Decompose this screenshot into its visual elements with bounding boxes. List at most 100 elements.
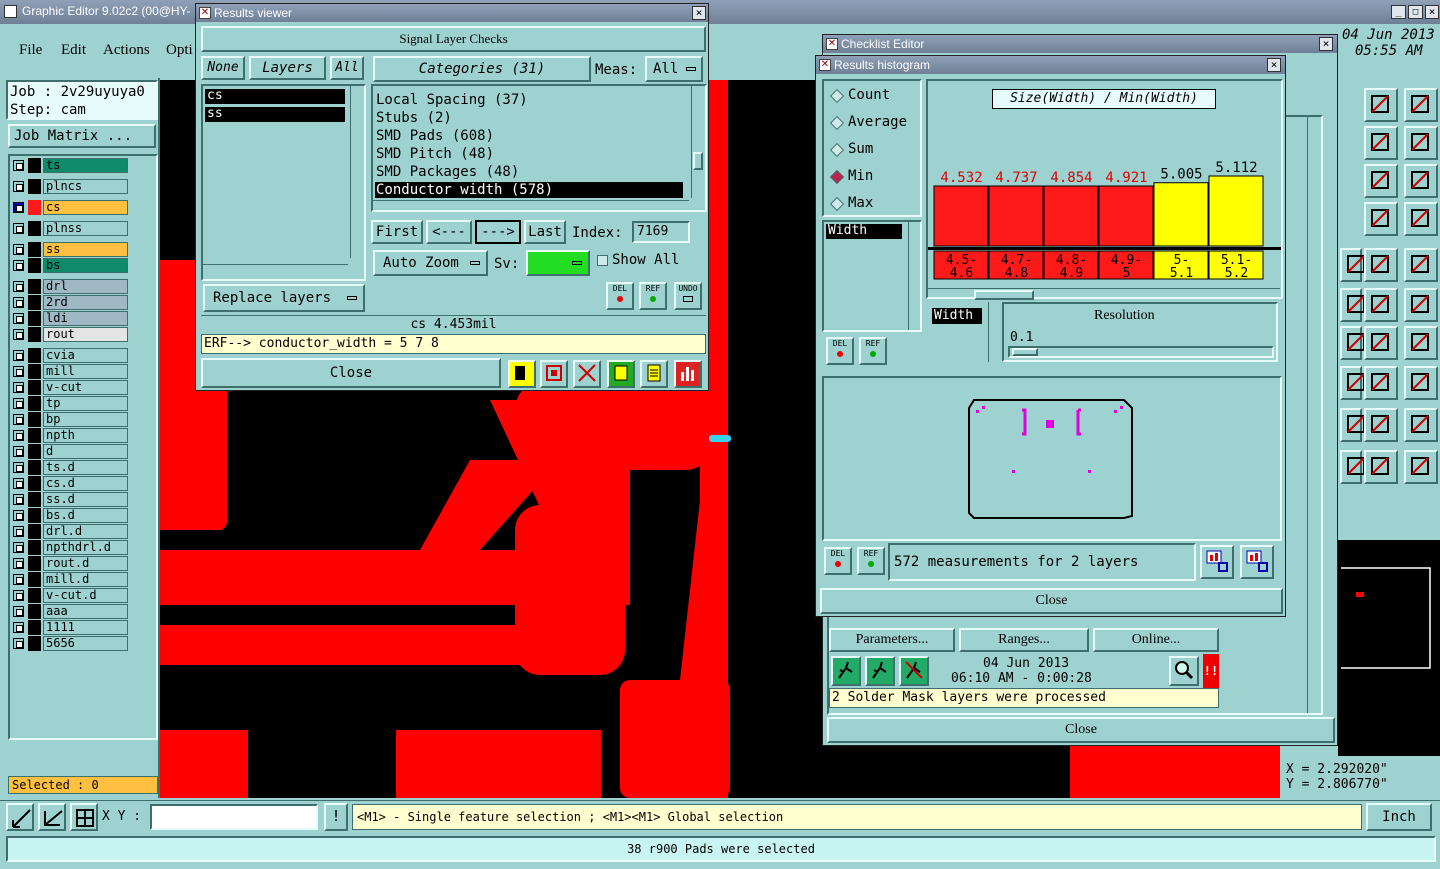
category-item[interactable]: SMD Pads (608) — [375, 128, 683, 144]
attribute-item[interactable]: Width — [826, 224, 902, 239]
layer-color-swatch[interactable] — [28, 428, 41, 443]
layer-color-swatch[interactable] — [28, 604, 41, 619]
compare-icon[interactable] — [607, 360, 635, 388]
scale-tool-icon[interactable] — [1404, 164, 1438, 198]
online-button[interactable]: Online... — [1093, 628, 1219, 652]
close-window-button[interactable]: × — [1425, 5, 1439, 19]
layer-row[interactable]: cs — [10, 200, 128, 215]
run-all-icon[interactable] — [865, 656, 895, 686]
erf-icon[interactable] — [573, 360, 601, 388]
layer-checkbox[interactable] — [13, 181, 24, 192]
menu-file[interactable]: File — [19, 42, 42, 59]
sv-color-dropdown[interactable] — [526, 250, 590, 276]
resolution-slider-thumb[interactable] — [1012, 348, 1038, 356]
layer-color-swatch[interactable] — [28, 380, 41, 395]
grid-tool-icon[interactable] — [70, 803, 98, 831]
parameters-button[interactable]: Parameters... — [829, 628, 955, 652]
chart-scroll-thumb[interactable] — [974, 290, 1034, 300]
layer-color-swatch[interactable] — [28, 348, 41, 363]
measure-tool-icon[interactable] — [38, 803, 66, 831]
layer-row[interactable]: ts.d — [10, 460, 128, 475]
poly-tool-icon[interactable] — [1364, 408, 1398, 442]
layer-row[interactable]: mill — [10, 364, 128, 379]
hist-del2-icon[interactable]: DEL — [824, 547, 852, 575]
hist-ref2-icon[interactable]: REF — [857, 547, 885, 575]
pointer-tool-icon[interactable] — [1404, 450, 1438, 484]
layer-result-list[interactable]: cs ss — [201, 84, 366, 281]
layer-row[interactable]: drl.d — [10, 524, 128, 539]
attribute-scrollbar[interactable] — [908, 222, 920, 330]
histogram-bar[interactable] — [1208, 175, 1264, 247]
layer-checkbox[interactable] — [13, 622, 24, 633]
hist-del-icon[interactable]: DEL — [826, 337, 854, 365]
menu-edit[interactable]: Edit — [61, 42, 86, 59]
auto-zoom-dropdown[interactable]: Auto Zoom — [373, 250, 488, 276]
mirror-tool-icon[interactable] — [1340, 450, 1365, 484]
home-tool-icon[interactable] — [1364, 88, 1398, 122]
layer-row[interactable]: aaa — [10, 604, 128, 619]
resolution-scrollbar[interactable] — [988, 302, 1000, 362]
last-button[interactable]: Last — [524, 220, 566, 244]
category-list-scrollbar[interactable] — [691, 86, 705, 198]
histogram-bar[interactable] — [988, 185, 1044, 247]
category-list-hscrollbar[interactable] — [373, 200, 689, 210]
layer-checkbox[interactable] — [13, 638, 24, 649]
category-item[interactable]: SMD Packages (48) — [375, 164, 683, 180]
layer-row[interactable]: npth — [10, 428, 128, 443]
arrow-tool-icon[interactable] — [1404, 288, 1438, 322]
layer-row[interactable]: cs.d — [10, 476, 128, 491]
layer-checkbox[interactable] — [13, 446, 24, 457]
layer-checkbox[interactable] — [13, 510, 24, 521]
categories-button[interactable]: Categories (31) — [373, 56, 591, 82]
shape-tool-icon[interactable] — [1404, 408, 1438, 442]
layer-color-swatch[interactable] — [28, 620, 41, 635]
zoom-icon[interactable] — [1169, 656, 1199, 686]
layer-color-swatch[interactable] — [28, 258, 41, 273]
layer-color-swatch[interactable] — [28, 556, 41, 571]
layer-color-swatch[interactable] — [28, 588, 41, 603]
move-tool-icon[interactable] — [1364, 164, 1398, 198]
layer-checkbox[interactable] — [13, 398, 24, 409]
layer-checkbox[interactable] — [13, 478, 24, 489]
layer-color-swatch[interactable] — [28, 327, 41, 342]
align-tool-icon[interactable] — [1340, 366, 1365, 400]
category-item[interactable]: SMD Pitch (48) — [375, 146, 683, 162]
layer-color-swatch[interactable] — [28, 540, 41, 555]
all-button[interactable]: All — [330, 56, 364, 80]
checklist-editor-close-icon[interactable]: × — [1319, 37, 1333, 51]
layer-color-swatch[interactable] — [28, 412, 41, 427]
layer-checkbox[interactable] — [13, 382, 24, 393]
layer-color-swatch[interactable] — [28, 492, 41, 507]
layer-color-swatch[interactable] — [28, 295, 41, 310]
category-item[interactable]: Local Spacing (37) — [375, 92, 683, 108]
histogram-settings-icon[interactable] — [1240, 545, 1274, 579]
menu-options[interactable]: Opti — [166, 42, 193, 59]
layer-checkbox[interactable] — [13, 160, 24, 171]
layer-row[interactable]: bs.d — [10, 508, 128, 523]
layer-row[interactable]: v-cut.d — [10, 588, 128, 603]
rotate-tool-icon[interactable] — [1364, 326, 1398, 360]
layer-checkbox[interactable] — [13, 590, 24, 601]
layer-row[interactable]: rout — [10, 327, 128, 342]
layer-checkbox[interactable] — [13, 350, 24, 361]
ref-icon[interactable]: REF — [639, 282, 667, 310]
histogram-bar[interactable] — [1153, 182, 1209, 247]
layer-checkbox[interactable] — [13, 281, 24, 292]
histogram-bar[interactable] — [1098, 185, 1154, 247]
layer-checkbox[interactable] — [13, 329, 24, 340]
prev-button[interactable]: <--- — [426, 220, 472, 244]
replace-layers-dropdown[interactable]: Replace layers — [203, 284, 365, 312]
undo-icon[interactable]: UNDO — [674, 282, 702, 310]
layer-row[interactable]: plnss — [10, 221, 128, 236]
layer-row[interactable]: v-cut — [10, 380, 128, 395]
route-tool-icon[interactable] — [1404, 326, 1438, 360]
error-indicator[interactable]: !! — [1203, 654, 1219, 688]
text-tool-icon[interactable] — [1340, 408, 1365, 442]
results-viewer-close-icon[interactable]: × — [692, 6, 706, 20]
stop-icon[interactable] — [899, 656, 929, 686]
category-item[interactable]: Conductor width (578) — [375, 182, 683, 198]
report-icon[interactable] — [640, 360, 668, 388]
navigator-preview[interactable] — [1338, 540, 1440, 760]
alert-icon[interactable]: ! — [324, 803, 348, 831]
index-input[interactable]: 7169 — [632, 221, 690, 243]
